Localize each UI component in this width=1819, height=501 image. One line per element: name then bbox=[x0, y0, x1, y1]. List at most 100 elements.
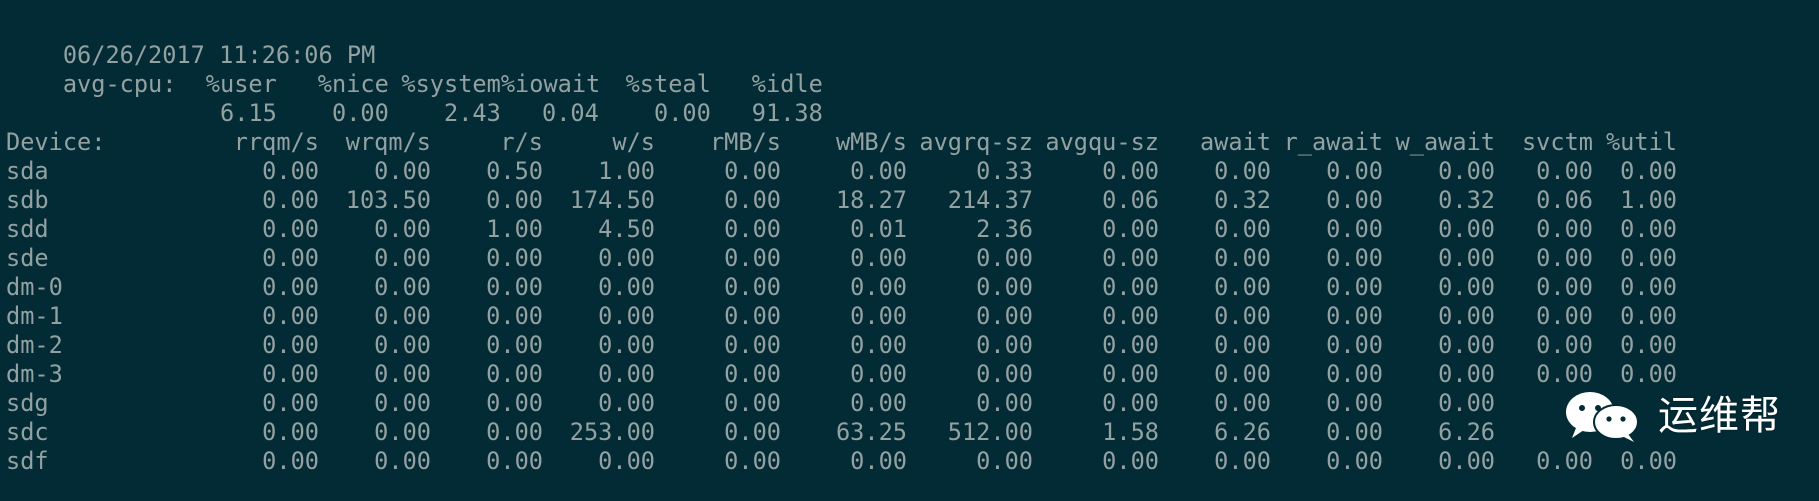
cell-wmb: 0.00 bbox=[850, 360, 907, 388]
cell-avgrq-sz: 0.00 bbox=[976, 302, 1033, 330]
cell-await: 0.00 bbox=[1214, 331, 1271, 359]
cell-r-await: 0.00 bbox=[1326, 331, 1383, 359]
cell-await: 0.00 bbox=[1214, 447, 1271, 475]
cell-wrqm: 0.00 bbox=[374, 273, 431, 301]
cell-rrqm: 0.00 bbox=[262, 389, 319, 417]
cell-wmb: 0.01 bbox=[850, 215, 907, 243]
cell-r-await: 0.00 bbox=[1326, 302, 1383, 330]
cell-rmb: 0.00 bbox=[724, 389, 781, 417]
table-row: dm-1 0.00 0.00 0.00 0.00 0.00 0.00 0.00 0.00 0.00… bbox=[6, 302, 1819, 331]
device-name: dm-3 bbox=[6, 360, 63, 388]
cell-wrqm: 0.00 bbox=[374, 244, 431, 272]
cell-util: 0.00 bbox=[1620, 447, 1677, 475]
cell-w-await: 0.00 bbox=[1438, 215, 1495, 243]
device-header-row: Device: rrqm/s wrqm/s r/s w/s rMB/s wMB/s avgrq… bbox=[6, 128, 1819, 157]
cell-ws: 253.00 bbox=[569, 418, 655, 446]
cpu-value-nice: 0.00 bbox=[332, 99, 389, 127]
cell-rmb: 0.00 bbox=[724, 273, 781, 301]
cell-w-await: 0.00 bbox=[1438, 157, 1495, 185]
cpu-header-user: %user bbox=[205, 70, 277, 98]
cell-avgrq-sz: 0.00 bbox=[976, 360, 1033, 388]
cell-rs: 0.50 bbox=[486, 157, 543, 185]
cell-avgqu-sz: 0.00 bbox=[1102, 360, 1159, 388]
column-header-rmb: rMB/s bbox=[709, 128, 781, 156]
cell-w-await: 0.00 bbox=[1438, 302, 1495, 330]
cell-rrqm: 0.00 bbox=[262, 418, 319, 446]
device-name: dm-0 bbox=[6, 273, 63, 301]
device-table-body: sda 0.00 0.00 0.50 1.00 0.00 0.00 0.33 0.00 0.00 0… bbox=[6, 157, 1819, 476]
cell-util: 0.00 bbox=[1620, 215, 1677, 243]
cell-w-await: 0.00 bbox=[1438, 389, 1495, 417]
cell-ws: 0.00 bbox=[598, 273, 655, 301]
cell-wrqm: 0.00 bbox=[374, 418, 431, 446]
cell-rrqm: 0.00 bbox=[262, 447, 319, 475]
cell-rs: 0.00 bbox=[486, 447, 543, 475]
cell-rmb: 0.00 bbox=[724, 244, 781, 272]
cell-avgqu-sz: 0.06 bbox=[1102, 186, 1159, 214]
cell-wrqm: 0.00 bbox=[374, 302, 431, 330]
cell-wmb: 0.00 bbox=[850, 331, 907, 359]
cell-avgqu-sz: 0.00 bbox=[1102, 389, 1159, 417]
cell-util: 0.00 bbox=[1620, 244, 1677, 272]
table-row: sdg 0.00 0.00 0.00 0.00 0.00 0.00 0.00 0.00 0.00 0… bbox=[6, 389, 1819, 418]
cell-rmb: 0.00 bbox=[724, 447, 781, 475]
cell-wmb: 63.25 bbox=[835, 418, 907, 446]
cell-avgrq-sz: 0.00 bbox=[976, 273, 1033, 301]
cell-w-await: 0.00 bbox=[1438, 447, 1495, 475]
cell-svctm: 0.00 bbox=[1536, 157, 1593, 185]
cell-ws: 0.00 bbox=[598, 302, 655, 330]
cell-ws: 174.50 bbox=[569, 186, 655, 214]
table-row: sda 0.00 0.00 0.50 1.00 0.00 0.00 0.33 0.00 0.00 0… bbox=[6, 157, 1819, 186]
cell-wmb: 0.00 bbox=[850, 157, 907, 185]
device-name: sdd bbox=[6, 215, 49, 243]
cell-r-await: 0.00 bbox=[1326, 418, 1383, 446]
cell-r-await: 0.00 bbox=[1326, 215, 1383, 243]
cell-avgrq-sz: 0.00 bbox=[976, 244, 1033, 272]
cell-rs: 0.00 bbox=[486, 331, 543, 359]
cell-rs: 0.00 bbox=[486, 244, 543, 272]
cell-ws: 0.00 bbox=[598, 447, 655, 475]
cell-await: 0.32 bbox=[1214, 186, 1271, 214]
column-header-ws: w/s bbox=[612, 128, 655, 156]
cpu-header-idle: %idle bbox=[751, 70, 823, 98]
cell-util: 0.00 bbox=[1620, 331, 1677, 359]
table-row: sdb 0.00 103.50 0.00 174.50 0.00 18.27 214.37 0.… bbox=[6, 186, 1819, 215]
cell-rmb: 0.00 bbox=[724, 215, 781, 243]
cell-svctm: 0.00 bbox=[1536, 215, 1593, 243]
cell-svctm: 0.00 bbox=[1536, 331, 1593, 359]
cell-avgqu-sz: 0.00 bbox=[1102, 244, 1159, 272]
terminal-window[interactable]: 06/26/2017 11:26:06 PM avg-cpu: %user %nic… bbox=[0, 0, 1819, 501]
device-name: dm-1 bbox=[6, 302, 63, 330]
cell-w-await: 0.32 bbox=[1438, 186, 1495, 214]
cell-w-await: 0.00 bbox=[1438, 331, 1495, 359]
table-row: dm-0 0.00 0.00 0.00 0.00 0.00 0.00 0.00 0.00 0.00… bbox=[6, 273, 1819, 302]
cell-await: 0.00 bbox=[1214, 302, 1271, 330]
cell-rrqm: 0.00 bbox=[262, 273, 319, 301]
cell-wmb: 18.27 bbox=[835, 186, 907, 214]
cell-rmb: 0.00 bbox=[724, 186, 781, 214]
cell-util: 0.00 bbox=[1620, 157, 1677, 185]
cell-rrqm: 0.00 bbox=[262, 215, 319, 243]
cell-r-await: 0.00 bbox=[1326, 447, 1383, 475]
cell-avgqu-sz: 0.00 bbox=[1102, 447, 1159, 475]
column-header-w-await: w_await bbox=[1395, 128, 1495, 156]
column-header-wrqm: wrqm/s bbox=[345, 128, 431, 156]
cell-await: 0.00 bbox=[1214, 360, 1271, 388]
cell-avgqu-sz: 0.00 bbox=[1102, 157, 1159, 185]
cell-rmb: 0.00 bbox=[724, 331, 781, 359]
cell-rs: 0.00 bbox=[486, 273, 543, 301]
cell-avgqu-sz: 1.58 bbox=[1102, 418, 1159, 446]
cell-wrqm: 0.00 bbox=[374, 157, 431, 185]
timestamp-line: 06/26/2017 11:26:06 PM bbox=[6, 12, 1819, 69]
column-header-rrqm: rrqm/s bbox=[233, 128, 319, 156]
table-row: sde 0.00 0.00 0.00 0.00 0.00 0.00 0.00 0.00 0.00 0… bbox=[6, 244, 1819, 273]
cell-r-await: 0.00 bbox=[1326, 389, 1383, 417]
cell-await: 0.00 bbox=[1214, 215, 1271, 243]
cell-wmb: 0.00 bbox=[850, 302, 907, 330]
column-header-avgqu-sz: avgqu-sz bbox=[1045, 128, 1159, 156]
cell-rrqm: 0.00 bbox=[262, 331, 319, 359]
column-header-await: await bbox=[1199, 128, 1271, 156]
column-header-util: %util bbox=[1605, 128, 1677, 156]
watermark: 运维帮 bbox=[1560, 388, 1781, 444]
cell-r-await: 0.00 bbox=[1326, 186, 1383, 214]
